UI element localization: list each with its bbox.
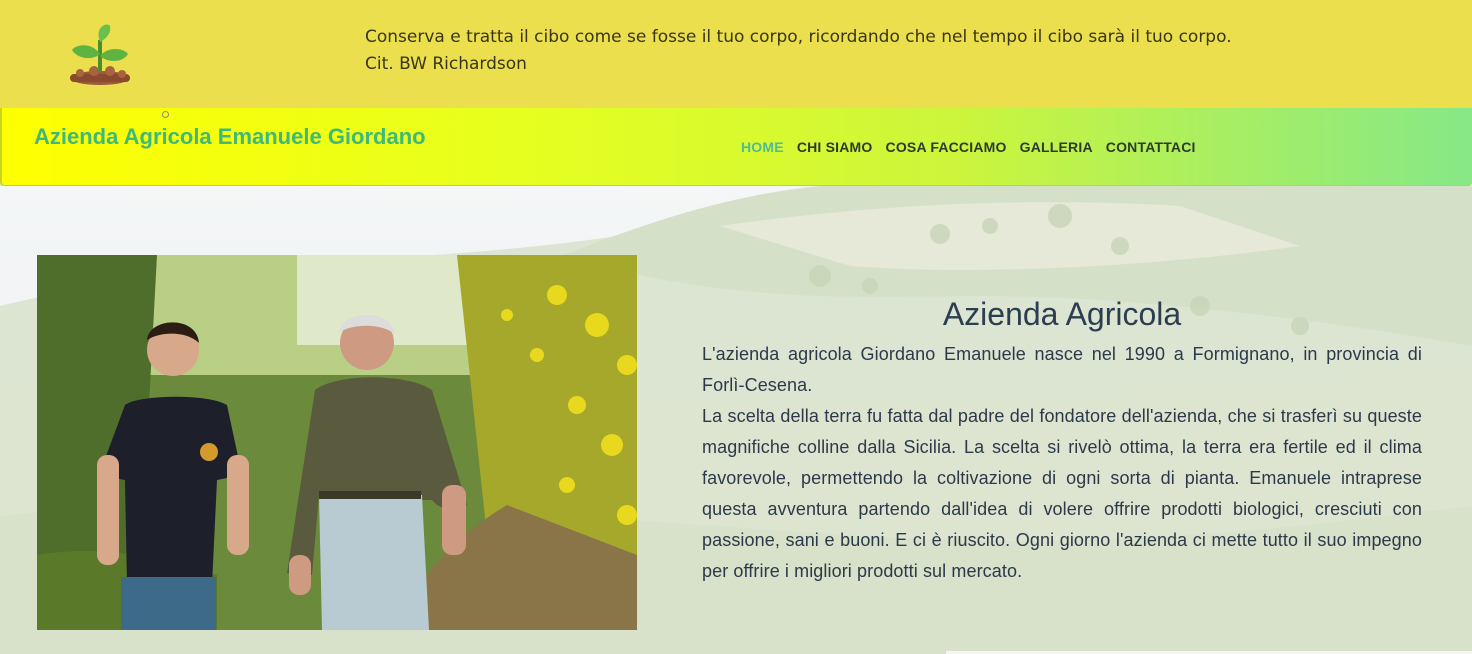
- quote-author: Cit. BW Richardson: [365, 54, 527, 74]
- sprout-icon: [70, 24, 130, 85]
- navigation-bar: Azienda Agricola Emanuele Giordano HOME …: [0, 108, 1472, 186]
- decorative-dot: [162, 111, 169, 118]
- about-section: Azienda Agricola L'azienda agricola Gior…: [702, 296, 1422, 587]
- two-farmers-photo: [37, 255, 637, 630]
- nav-home[interactable]: HOME: [741, 139, 784, 155]
- top-banner: Conserva e tratta il cibo come se fosse …: [0, 0, 1472, 108]
- quote-line: Conserva e tratta il cibo come se fosse …: [365, 27, 1232, 47]
- about-paragraph-1: L'azienda agricola Giordano Emanuele nas…: [702, 344, 1422, 395]
- section-title: Azienda Agricola: [942, 296, 1182, 332]
- nav-cosa-facciamo[interactable]: COSA FACCIAMO: [886, 139, 1007, 155]
- main-menu: HOME CHI SIAMO COSA FACCIAMO GALLERIA CO…: [741, 139, 1196, 155]
- nav-contattaci[interactable]: CONTATTACI: [1106, 139, 1196, 155]
- quote-text: Conserva e tratta il cibo come se fosse …: [365, 24, 1365, 78]
- nav-chi-siamo[interactable]: CHI SIAMO: [797, 139, 873, 155]
- hero-section: Azienda Agricola L'azienda agricola Gior…: [0, 186, 1472, 654]
- about-paragraph-2: La scelta della terra fu fatta dal padre…: [702, 406, 1422, 581]
- nav-galleria[interactable]: GALLERIA: [1020, 139, 1093, 155]
- brand-link[interactable]: Azienda Agricola Emanuele Giordano: [34, 124, 426, 150]
